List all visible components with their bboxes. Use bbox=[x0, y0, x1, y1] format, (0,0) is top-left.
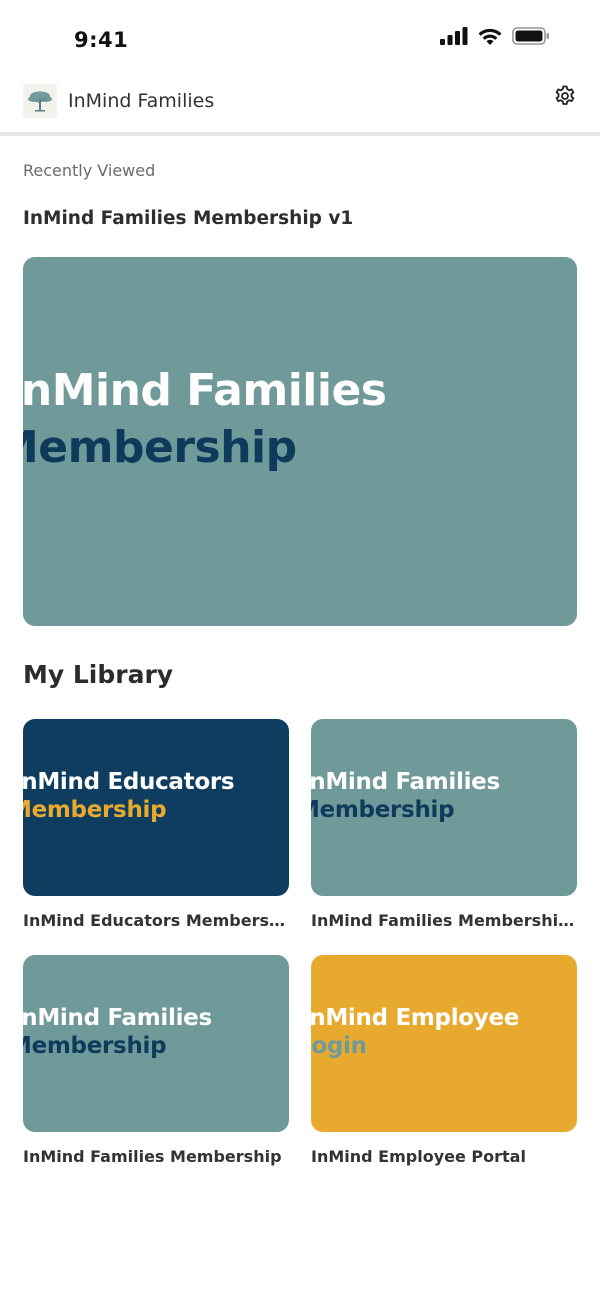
library-item-label[interactable]: InMind Educators Membership bbox=[23, 911, 289, 930]
battery-icon bbox=[512, 27, 549, 45]
library-item-card[interactable]: InMind Families Membership bbox=[311, 719, 577, 896]
card-heading: InMind Families bbox=[311, 769, 500, 795]
library-item-card[interactable]: InMind Educators Membership bbox=[23, 719, 289, 896]
recent-item-title[interactable]: InMind Families Membership v1 bbox=[23, 208, 353, 229]
status-time: 9:41 bbox=[74, 28, 129, 52]
library-item-label[interactable]: InMind Employee Portal bbox=[311, 1147, 577, 1166]
settings-button[interactable] bbox=[553, 84, 577, 108]
card-heading: InMind Families bbox=[23, 1005, 212, 1031]
signal-icon bbox=[440, 27, 468, 45]
library-item-card[interactable]: InMind Families Membership bbox=[23, 955, 289, 1132]
card-subheading: Login bbox=[311, 1033, 367, 1059]
card-subheading: Membership bbox=[311, 797, 455, 823]
card-heading: InMind Employee bbox=[311, 1005, 520, 1031]
app-header: InMind Families bbox=[0, 80, 600, 136]
recently-viewed-label: Recently Viewed bbox=[23, 161, 156, 180]
gear-icon bbox=[555, 85, 575, 105]
card-subheading: Membership bbox=[23, 1033, 167, 1059]
library-item-label[interactable]: InMind Families Membership- … bbox=[311, 911, 577, 930]
card-heading: InMind Educators bbox=[23, 769, 235, 795]
tree-logo-icon bbox=[23, 84, 57, 118]
wifi-icon bbox=[478, 28, 502, 45]
status-bar: 9:41 bbox=[0, 0, 600, 80]
library-title: My Library bbox=[23, 660, 174, 689]
card-subheading: Membership bbox=[23, 797, 167, 823]
status-icons bbox=[440, 24, 550, 48]
library-item-card[interactable]: InMind Employee Login bbox=[311, 955, 577, 1132]
app-title: InMind Families bbox=[68, 90, 215, 112]
recent-item-card[interactable]: InMind Families Membership bbox=[23, 257, 577, 626]
library-item-label[interactable]: InMind Families Membership bbox=[23, 1147, 289, 1166]
card-subheading: Membership bbox=[23, 422, 297, 473]
card-heading: InMind Families bbox=[23, 365, 387, 416]
